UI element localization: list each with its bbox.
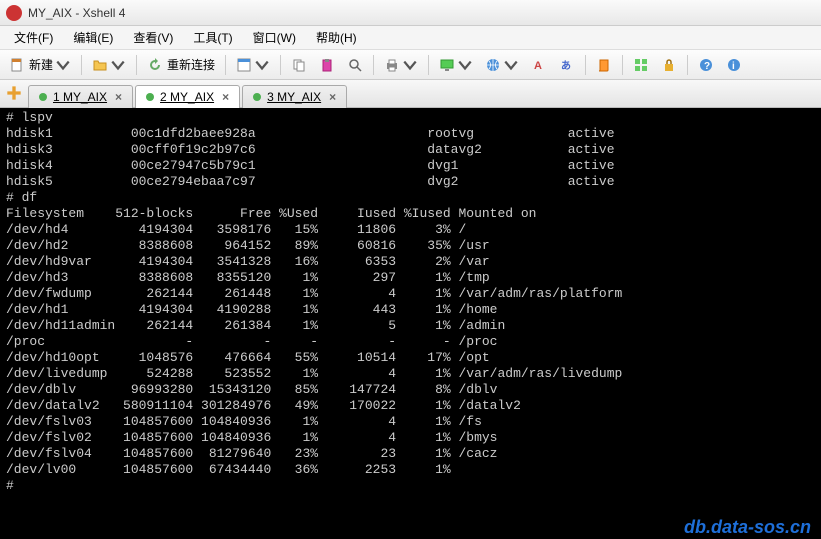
menu-help[interactable]: 帮助(H): [306, 26, 367, 49]
svg-text:i: i: [732, 61, 735, 72]
lock-button[interactable]: [656, 53, 682, 77]
menu-tool[interactable]: 工具(T): [183, 26, 242, 49]
paste-button[interactable]: [314, 53, 340, 77]
tabbar: 1 MY_AIX × 2 MY_AIX × 3 MY_AIX ×: [0, 80, 821, 108]
new-label: 新建: [29, 56, 53, 73]
status-dot-icon: [253, 93, 261, 101]
toolbar-separator: [585, 55, 586, 75]
open-button[interactable]: [87, 53, 131, 77]
status-dot-icon: [39, 93, 47, 101]
toolbar-separator: [373, 55, 374, 75]
script-button[interactable]: [591, 53, 617, 77]
svg-text:A: A: [534, 60, 542, 72]
toolbar: 新建 重新连接 A あ ? i: [0, 50, 821, 80]
paste-icon: [319, 57, 335, 73]
toolbar-separator: [428, 55, 429, 75]
toolbar-separator: [280, 55, 281, 75]
chevron-down-icon: [254, 57, 270, 73]
new-button[interactable]: 新建: [4, 53, 76, 77]
terminal-output[interactable]: # lspv hdisk1 00c1dfd2baee928a rootvg ac…: [0, 108, 821, 539]
reconnect-button[interactable]: 重新连接: [142, 53, 220, 77]
tab-2[interactable]: 2 MY_AIX ×: [135, 85, 240, 108]
encoding-button[interactable]: あ: [554, 53, 580, 77]
titlebar: MY_AIX - Xshell 4: [0, 0, 821, 26]
app-icon: [6, 5, 22, 21]
lock-icon: [661, 57, 677, 73]
toolbar-separator: [225, 55, 226, 75]
session-button[interactable]: [434, 53, 478, 77]
grid-icon: [633, 57, 649, 73]
folder-icon: [92, 57, 108, 73]
toolbar-separator: [136, 55, 137, 75]
close-icon[interactable]: ×: [115, 90, 122, 104]
search-icon: [347, 57, 363, 73]
monitor-icon: [439, 57, 455, 73]
svg-text:あ: あ: [561, 59, 571, 72]
svg-text:?: ?: [704, 61, 710, 72]
font-icon: A: [531, 57, 547, 73]
about-button[interactable]: i: [721, 53, 747, 77]
refresh-icon: [147, 57, 163, 73]
add-tab-button[interactable]: [4, 83, 24, 103]
find-button[interactable]: [342, 53, 368, 77]
chevron-down-icon: [55, 57, 71, 73]
window-title: MY_AIX - Xshell 4: [28, 6, 125, 20]
copy-icon: [291, 57, 307, 73]
tab-3[interactable]: 3 MY_AIX ×: [242, 85, 347, 108]
menu-edit[interactable]: 编辑(E): [63, 26, 123, 49]
toolbar-separator: [687, 55, 688, 75]
globe-icon: [485, 57, 501, 73]
script-icon: [596, 57, 612, 73]
chevron-down-icon: [110, 57, 126, 73]
print-button[interactable]: [379, 53, 423, 77]
menu-file[interactable]: 文件(F): [4, 26, 63, 49]
tile-button[interactable]: [628, 53, 654, 77]
printer-icon: [384, 57, 400, 73]
help-icon: ?: [698, 57, 714, 73]
tab-label: 3 MY_AIX: [267, 90, 321, 104]
globe-button[interactable]: [480, 53, 524, 77]
help-button[interactable]: ?: [693, 53, 719, 77]
copy-button[interactable]: [286, 53, 312, 77]
watermark: db.data-sos.cn: [684, 519, 811, 535]
close-icon[interactable]: ×: [329, 90, 336, 104]
info-icon: i: [726, 57, 742, 73]
close-icon[interactable]: ×: [222, 90, 229, 104]
plus-icon: [4, 83, 24, 103]
toolbar-separator: [81, 55, 82, 75]
chevron-down-icon: [457, 57, 473, 73]
toolbar-separator: [622, 55, 623, 75]
chevron-down-icon: [503, 57, 519, 73]
menu-view[interactable]: 查看(V): [123, 26, 183, 49]
reconnect-label: 重新连接: [167, 56, 215, 73]
tab-1[interactable]: 1 MY_AIX ×: [28, 85, 133, 108]
font-button[interactable]: A: [526, 53, 552, 77]
encoding-icon: あ: [559, 57, 575, 73]
properties-icon: [236, 57, 252, 73]
tab-label: 2 MY_AIX: [160, 90, 214, 104]
tab-label: 1 MY_AIX: [53, 90, 107, 104]
menubar: 文件(F) 编辑(E) 查看(V) 工具(T) 窗口(W) 帮助(H): [0, 26, 821, 50]
menu-window[interactable]: 窗口(W): [243, 26, 306, 49]
properties-button[interactable]: [231, 53, 275, 77]
chevron-down-icon: [402, 57, 418, 73]
status-dot-icon: [146, 93, 154, 101]
